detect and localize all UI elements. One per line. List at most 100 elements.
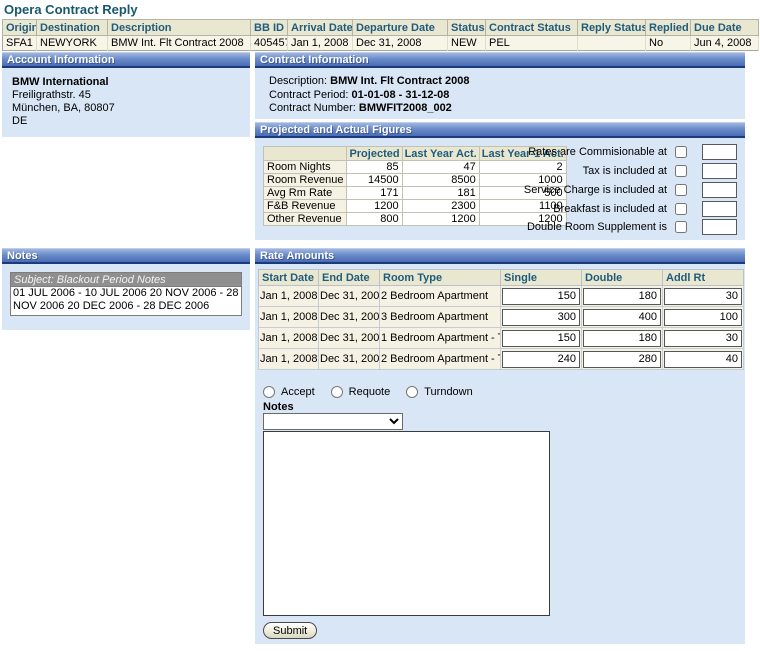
- contract-description-label: Description:: [269, 75, 327, 87]
- start-date: Jan 1, 2008: [259, 286, 319, 307]
- col-room-type: Room Type: [380, 270, 501, 286]
- turndown-option[interactable]: Turndown: [406, 386, 473, 398]
- notes-body: 01 JUL 2006 - 10 JUL 2006 20 NOV 2006 - …: [11, 287, 241, 315]
- projected-figures-header: Projected and Actual Figures: [255, 122, 745, 138]
- breakfast-input[interactable]: [702, 201, 737, 217]
- col-end-date: End Date: [319, 270, 380, 286]
- contract-summary-table: Origin Destination Description BB ID Arr…: [2, 19, 759, 51]
- tax-input[interactable]: [702, 163, 737, 179]
- contract-number-label: Contract Number:: [269, 102, 356, 114]
- contract-number-value: BMWFIT2008_002: [359, 102, 452, 114]
- submit-button[interactable]: Submit: [263, 622, 317, 639]
- option-row-commissionable: Rates are Commisionable at: [477, 143, 737, 160]
- col-double: Double: [582, 270, 663, 286]
- room-type: 2 Bedroom Apartment: [380, 286, 501, 307]
- double-room-supplement-label: Double Room Supplement is: [477, 221, 667, 233]
- rate-amounts-panel: Start Date End Date Room Type Single Dou…: [255, 264, 745, 644]
- room-type: 1 Bedroom Apartment - Twi: [380, 328, 501, 349]
- reply-notes-textarea[interactable]: [263, 431, 550, 616]
- double-rate-input[interactable]: [583, 309, 661, 326]
- row-label: F&B Revenue: [264, 200, 347, 213]
- commissionable-checkbox[interactable]: [675, 146, 687, 158]
- row-label: Room Revenue: [264, 174, 347, 187]
- row-projected: 14500: [347, 174, 402, 187]
- rate-amounts-header: Rate Amounts: [255, 248, 745, 264]
- accept-radio[interactable]: [263, 386, 275, 398]
- col-due-date: Due Date: [691, 20, 759, 36]
- commissionable-input[interactable]: [702, 144, 737, 160]
- col-addl-rt: Addl Rt: [663, 270, 744, 286]
- origin-value: SFA1: [3, 36, 37, 51]
- single-rate-input[interactable]: [502, 351, 580, 368]
- addl-rt-input[interactable]: [664, 288, 742, 305]
- row-last-year: 181: [402, 187, 479, 200]
- col-single: Single: [501, 270, 582, 286]
- projected-figures-panel: Projected Last Year Act. Last Year-1 Act…: [255, 138, 745, 240]
- col-destination: Destination: [37, 20, 108, 36]
- turndown-label: Turndown: [424, 386, 473, 398]
- rate-row-2: Jan 1, 2008 Dec 31, 2008 3 Bedroom Apart…: [259, 307, 744, 328]
- start-date: Jan 1, 2008: [259, 328, 319, 349]
- start-date: Jan 1, 2008: [259, 307, 319, 328]
- notes-template-dropdown[interactable]: [263, 413, 403, 430]
- due-date-value: Jun 4, 2008: [691, 36, 759, 51]
- double-room-supplement-checkbox[interactable]: [675, 221, 687, 233]
- addl-rt-input[interactable]: [664, 309, 742, 326]
- col-start-date: Start Date: [259, 270, 319, 286]
- double-rate-input[interactable]: [583, 288, 661, 305]
- col-arrival-date: Arrival Date: [288, 20, 353, 36]
- commissionable-label: Rates are Commisionable at: [477, 146, 667, 158]
- rate-amounts-table: Start Date End Date Room Type Single Dou…: [258, 269, 744, 370]
- requote-radio[interactable]: [331, 386, 343, 398]
- replied-value: No: [646, 36, 691, 51]
- rates-header-row: Start Date End Date Room Type Single Dou…: [259, 270, 744, 286]
- contract-period-line: Contract Period: 01-01-08 - 31-12-08: [255, 89, 745, 103]
- summary-header-row: Origin Destination Description BB ID Arr…: [3, 20, 759, 36]
- addl-rt-input[interactable]: [664, 330, 742, 347]
- requote-option[interactable]: Requote: [331, 386, 391, 398]
- account-address-line1: Freiligrathstr. 45: [2, 89, 250, 102]
- room-type: 3 Bedroom Apartment: [380, 307, 501, 328]
- accept-option[interactable]: Accept: [263, 386, 315, 398]
- service-charge-label: Service Charge is included at: [477, 184, 667, 196]
- row-label: Other Revenue: [264, 213, 347, 226]
- accept-label: Accept: [281, 386, 315, 398]
- account-name: BMW International: [2, 68, 250, 89]
- col-departure-date: Departure Date: [353, 20, 448, 36]
- row-projected: 85: [347, 161, 402, 174]
- row-last-year: 8500: [402, 174, 479, 187]
- single-rate-input[interactable]: [502, 330, 580, 347]
- col-contract-status: Contract Status: [486, 20, 578, 36]
- double-rate-input[interactable]: [583, 330, 661, 347]
- option-row-tax: Tax is included at: [477, 162, 737, 179]
- notes-header: Notes: [2, 248, 250, 264]
- reply-notes-label: Notes: [263, 401, 294, 413]
- row-last-year: 2300: [402, 200, 479, 213]
- reply-status-value: [578, 36, 646, 51]
- account-country: DE: [2, 115, 250, 128]
- breakfast-label: Breakfast is included at: [477, 203, 667, 215]
- turndown-radio[interactable]: [406, 386, 418, 398]
- rate-row-1: Jan 1, 2008 Dec 31, 2008 2 Bedroom Apart…: [259, 286, 744, 307]
- contract-information-panel: Description: BMW Int. Flt Contract 2008 …: [255, 68, 745, 119]
- single-rate-input[interactable]: [502, 309, 580, 326]
- end-date: Dec 31, 2008: [319, 349, 380, 370]
- description-value: BMW Int. Flt Contract 2008: [108, 36, 251, 51]
- service-charge-checkbox[interactable]: [675, 184, 687, 196]
- contract-description-line: Description: BMW Int. Flt Contract 2008: [255, 68, 745, 89]
- service-charge-input[interactable]: [702, 182, 737, 198]
- row-last-year: 47: [402, 161, 479, 174]
- bb-id-value: 405457: [251, 36, 288, 51]
- breakfast-checkbox[interactable]: [675, 203, 687, 215]
- addl-rt-input[interactable]: [664, 351, 742, 368]
- tax-label: Tax is included at: [477, 165, 667, 177]
- tax-checkbox[interactable]: [675, 165, 687, 177]
- account-information-header: Account Information: [2, 52, 250, 68]
- double-rate-input[interactable]: [583, 351, 661, 368]
- requote-label: Requote: [349, 386, 391, 398]
- double-room-supplement-input[interactable]: [702, 219, 737, 235]
- single-rate-input[interactable]: [502, 288, 580, 305]
- notes-subject: Subject: Blackout Period Notes: [11, 273, 241, 287]
- blackout-notes-box: Subject: Blackout Period Notes 01 JUL 20…: [10, 272, 242, 316]
- contract-period-label: Contract Period:: [269, 89, 348, 101]
